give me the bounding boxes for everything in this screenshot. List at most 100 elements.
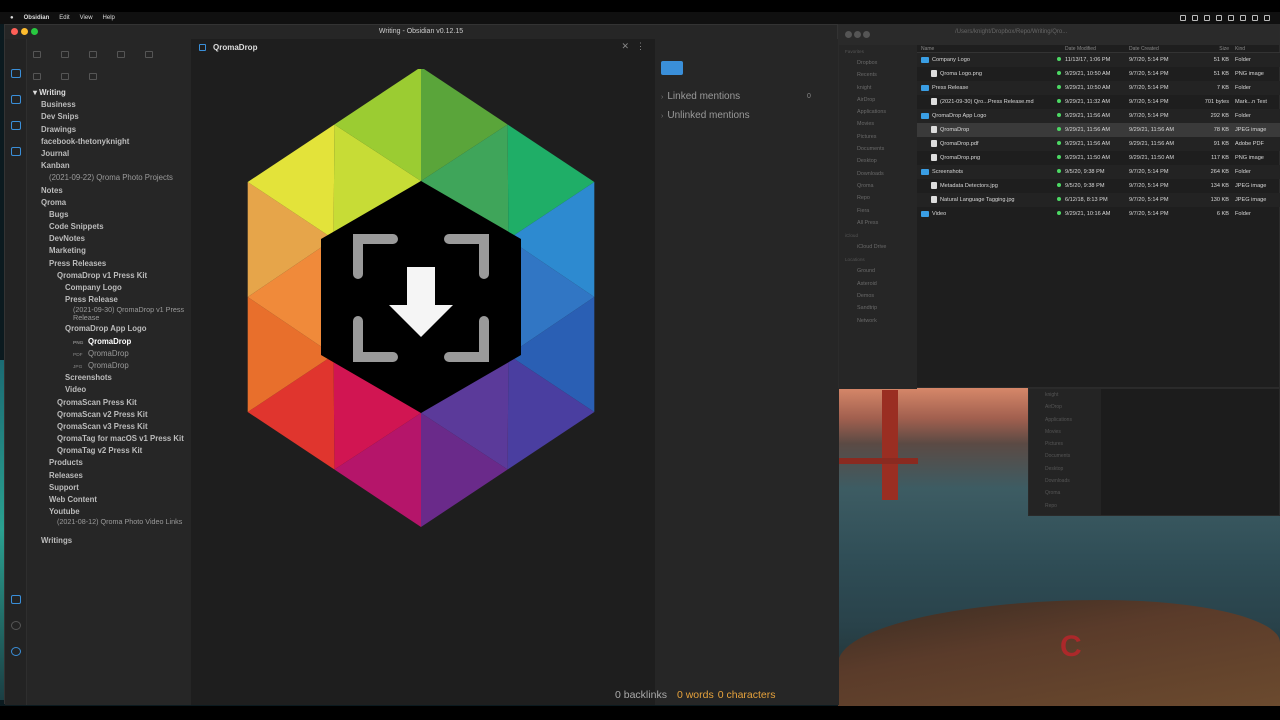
finder-sidebar-item[interactable]: Fiera [839,205,917,217]
finder-sidebar-item[interactable]: Repo [839,192,917,204]
finder2-sidebar-item[interactable]: AirDrop [1029,401,1101,413]
file-icon[interactable] [89,51,97,58]
close-window-button[interactable] [11,28,18,35]
tree-file[interactable]: PNG QromaDrop [29,336,189,348]
tree-folder[interactable]: QromaTag v2 Press Kit [29,445,189,457]
search-icon[interactable] [61,51,69,58]
open-folder-icon[interactable] [33,51,41,58]
tree-folder[interactable]: Video [29,384,189,396]
tree-folder[interactable]: Dev Snips [29,111,189,123]
linked-mentions[interactable]: › Linked mentions 0 [661,91,811,102]
unlinked-mentions[interactable]: › Unlinked mentions [661,110,750,121]
finder-row[interactable]: Video 9/29/21, 10:16 AM 9/7/20, 5:14 PM 6 K… [917,207,1280,221]
help-icon[interactable] [11,621,21,630]
column-kind[interactable]: Kind [1235,45,1279,52]
star-icon[interactable] [145,51,153,58]
finder-sidebar-item[interactable]: Applications [839,106,917,118]
status-icon[interactable] [1252,15,1258,21]
finder2-sidebar-item[interactable]: Movies [1029,426,1101,438]
tree-folder[interactable]: Support [29,482,189,494]
finder-sidebar-item[interactable]: Qroma [839,180,917,192]
clock-icon[interactable] [117,51,125,58]
tree-folder[interactable]: Code Snippets [29,221,189,233]
tree-folder[interactable]: Company Logo [29,282,189,294]
vault-root[interactable]: ▾ Writing [29,87,189,99]
finder-sidebar-item[interactable]: AirDrop [839,94,917,106]
backlinks-tab[interactable] [661,61,683,75]
tree-folder[interactable]: Journal [29,148,189,160]
finder-sidebar-item[interactable]: Ground [839,265,917,277]
finder-sidebar-item[interactable]: Movies [839,118,917,130]
tree-folder[interactable]: Screenshots [29,372,189,384]
tree-folder[interactable]: QromaDrop App Logo [29,323,189,335]
finder-sidebar-item[interactable]: Asteroid [839,278,917,290]
tree-folder[interactable]: Bugs [29,209,189,221]
tree-folder[interactable]: QromaTag for macOS v1 Press Kit [29,433,189,445]
finder-row[interactable]: (2021-09-30) Qro...Press Release.md 9/29/… [917,95,1280,109]
finder-sidebar-item[interactable]: Dropbox [839,57,917,69]
finder2-sidebar-item[interactable]: Pictures [1029,438,1101,450]
column-date-created[interactable]: Date Created [1129,45,1195,52]
finder-sidebar-item[interactable]: Pictures [839,131,917,143]
status-icon[interactable] [1204,15,1210,21]
tree-file[interactable]: (2021-09-30) QromaDrop v1 Press Release [29,306,189,323]
tree-folder[interactable]: Drawings [29,124,189,136]
tree-folder[interactable]: QromaScan v2 Press Kit [29,409,189,421]
finder2-sidebar-item[interactable]: Downloads [1029,475,1101,487]
finder2-sidebar-item[interactable]: Desktop [1029,463,1101,475]
calendar-icon[interactable] [11,121,21,130]
finder-row[interactable]: Screenshots 9/5/20, 9:38 PM 9/7/20, 5:14 P… [917,165,1280,179]
finder-sidebar-item[interactable]: iCloud Drive [839,241,917,253]
finder-row[interactable]: Company Logo 11/13/17, 1:06 PM 9/7/20, 5:1… [917,53,1280,67]
tags-tab[interactable] [721,61,743,75]
kanban-icon[interactable] [11,147,21,156]
more-options-icon[interactable]: ⋮ [636,41,645,52]
tree-folder[interactable]: Press Releases [29,258,189,270]
menu-app-name[interactable]: Obsidian [24,15,50,21]
finder-sidebar-item[interactable]: Desktop [839,155,917,167]
finder-row[interactable]: Metadata Detectors.jpg 9/5/20, 9:38 PM 9/7… [917,179,1280,193]
status-icon[interactable] [1228,15,1234,21]
tree-folder[interactable]: Qroma [29,197,189,209]
backlinks-count[interactable]: 0 backlinks [615,689,667,703]
tree-folder[interactable]: DevNotes [29,233,189,245]
column-size[interactable]: Size [1195,45,1235,52]
finder2-sidebar-item[interactable]: Applications [1029,414,1101,426]
finder2-sidebar-item[interactable]: knight [1029,389,1101,401]
menu-edit[interactable]: Edit [59,15,69,21]
close-window-button[interactable] [845,31,852,38]
tree-folder[interactable]: Press Release [29,294,189,306]
column-name[interactable]: Name [917,45,1057,52]
sort-icon[interactable] [89,73,97,80]
zoom-window-button[interactable] [863,31,870,38]
tree-folder[interactable]: Releases [29,470,189,482]
zoom-window-button[interactable] [31,28,38,35]
tree-folder[interactable]: QromaScan Press Kit [29,397,189,409]
tree-file[interactable]: (2021-08-12) Qroma Photo Video Links [29,518,189,535]
new-note-icon[interactable] [33,73,41,80]
finder-row[interactable]: Press Release 9/29/21, 10:50 AM 9/7/20, 5:… [917,81,1280,95]
close-tab-icon[interactable]: ✕ [621,41,629,52]
new-folder-icon[interactable] [61,73,69,80]
tree-folder[interactable]: QromaDrop v1 Press Kit [29,270,189,282]
menu-help[interactable]: Help [103,15,115,21]
finder-sidebar-item[interactable]: All Press [839,217,917,229]
tree-folder[interactable]: QromaScan v3 Press Kit [29,421,189,433]
finder2-sidebar-item[interactable]: Repo [1029,500,1101,512]
finder-sidebar-item[interactable]: Recents [839,69,917,81]
finder-sidebar-item[interactable]: knight [839,82,917,94]
status-icon[interactable] [1264,15,1270,21]
minimize-window-button[interactable] [21,28,28,35]
finder-sidebar-item[interactable]: Downloads [839,168,917,180]
finder2-sidebar-item[interactable]: Documents [1029,450,1101,462]
status-icon[interactable] [1216,15,1222,21]
tree-folder[interactable]: Business [29,99,189,111]
finder-sidebar-item[interactable]: Sandtrip [839,302,917,314]
column-date-modified[interactable]: Date Modified [1065,45,1129,52]
tree-folder[interactable]: Youtube [29,506,189,518]
status-icon[interactable] [1240,15,1246,21]
finder-sidebar-item[interactable]: Network [839,315,917,327]
finder-row[interactable]: QromaDrop.pdf 9/29/21, 11:56 AM 9/29/21, 1… [917,137,1280,151]
status-icon[interactable] [1180,15,1186,21]
finder-sidebar-item[interactable]: Documents [839,143,917,155]
